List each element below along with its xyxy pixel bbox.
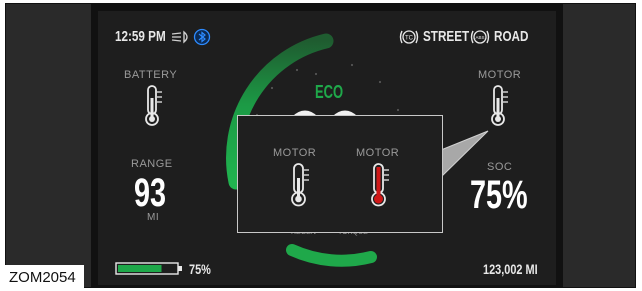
thermometer-hot-icon — [371, 163, 389, 207]
figure-id-label: ZOM2054 — [0, 265, 84, 291]
callout-left-label: MOTOR — [273, 147, 317, 159]
callout-right-label: MOTOR — [356, 147, 400, 159]
thermometer-normal-icon — [291, 163, 309, 207]
motor-temperature-callout: MOTOR MOTOR — [237, 115, 443, 233]
